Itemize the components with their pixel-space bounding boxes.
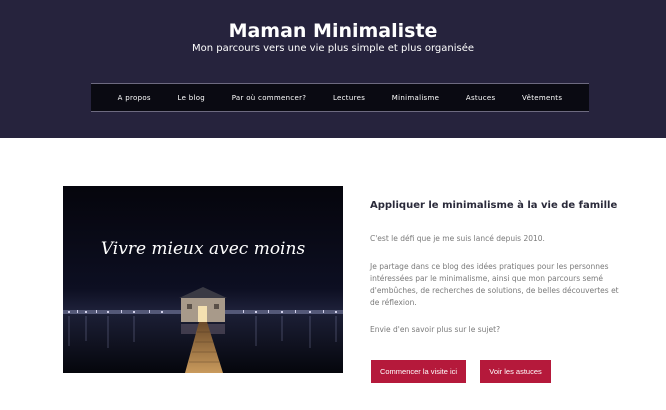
hero-image: Vivre mieux avec moins — [63, 186, 343, 373]
intro-paragraph-2: Je partage dans ce blog des idées pratiq… — [370, 262, 619, 307]
intro-paragraph-3: Envie d'en savoir plus sur le sujet? — [370, 325, 501, 334]
nav-item-vetements[interactable]: Vêtements — [522, 94, 562, 102]
nav-item-astuces[interactable]: Astuces — [466, 94, 496, 102]
site-title[interactable]: Maman Minimaliste — [0, 20, 666, 42]
nav-item-minimalisme[interactable]: Minimalisme — [392, 94, 439, 102]
nav-item-a-propos[interactable]: A propos — [118, 94, 151, 102]
site-tagline: Mon parcours vers une vie plus simple et… — [192, 43, 474, 54]
view-tips-button[interactable]: Voir les astuces — [480, 360, 551, 383]
nav-item-le-blog[interactable]: Le blog — [178, 94, 206, 102]
hero-illustration: Vivre mieux avec moins — [63, 186, 343, 373]
hero-caption: Vivre mieux avec moins — [101, 239, 306, 259]
intro-section: Appliquer le minimalisme à la vie de fam… — [370, 200, 620, 334]
site-header: Maman Minimaliste Mon parcours vers une … — [0, 0, 666, 138]
intro-paragraph-1: C'est le défi que je me suis lancé depui… — [370, 234, 545, 243]
start-tour-button[interactable]: Commencer la visite ici — [371, 360, 466, 383]
nav-item-par-ou-commencer[interactable]: Par où commencer? — [232, 94, 307, 102]
nav-item-lectures[interactable]: Lectures — [333, 94, 365, 102]
main-nav: A propos Le blog Par où commencer? Lectu… — [91, 83, 589, 112]
article-title: Appliquer le minimalisme à la vie de fam… — [370, 200, 618, 211]
